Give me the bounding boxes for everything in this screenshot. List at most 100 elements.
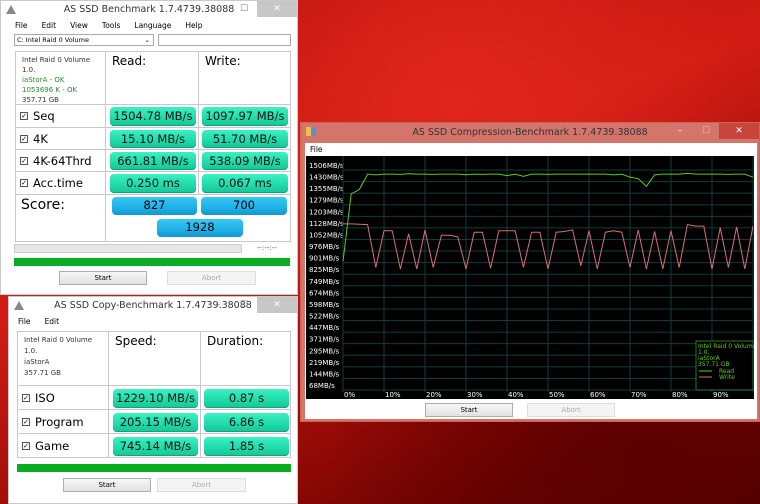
drive-input[interactable] xyxy=(158,34,291,46)
x-tick-label: 80% xyxy=(672,391,688,399)
drive-select[interactable]: C: Intel Raid 0 Volume ⌄ xyxy=(14,34,154,46)
y-tick-label: 144MB/s xyxy=(309,370,340,378)
x-tick-label: 70% xyxy=(631,391,647,399)
maximize-button[interactable]: ☐ xyxy=(231,1,257,17)
menu-help[interactable]: Help xyxy=(185,19,202,33)
row-label: Game xyxy=(35,439,70,453)
progress-bar xyxy=(14,244,242,253)
checkbox-program[interactable]: ✓ xyxy=(22,417,30,426)
y-tick-label: 825MB/s xyxy=(309,266,340,274)
drive-driver: iaStorA - OK xyxy=(22,76,65,84)
row-acc-time[interactable]: ✓ Acc.time xyxy=(16,172,106,195)
drive-alignment: 1053696 K - OK xyxy=(22,86,78,94)
y-tick-label: 1128MB/s xyxy=(309,220,344,228)
menu-file[interactable]: File xyxy=(310,143,323,157)
title-bar: AS SSD Benchmark 1.7.4739.38088 – ☐ ✕ xyxy=(1,1,297,19)
drive-driver: iaStorA xyxy=(24,358,50,366)
drive-info: Intel Raid 0 Volume 1.0. iaStorA 357.71 … xyxy=(18,332,109,386)
title-bar: AS SSD Compression-Benchmark 1.7.4739.38… xyxy=(301,123,759,143)
drive-name: Intel Raid 0 Volume xyxy=(22,56,91,64)
row-iso[interactable]: ✓ ISO xyxy=(18,386,109,410)
start-button[interactable]: Start xyxy=(59,271,147,285)
app-icon xyxy=(6,5,16,14)
drive-name: Intel Raid 0 Volume xyxy=(24,336,93,344)
menu-edit[interactable]: Edit xyxy=(45,315,60,329)
row-label: 4K-64Thrd xyxy=(33,153,92,168)
program-duration-value: 6.86 s xyxy=(204,413,289,432)
menu-language[interactable]: Language xyxy=(134,19,171,33)
x-tick-label: 10% xyxy=(385,391,401,399)
program-speed-value: 205.15 MB/s xyxy=(113,413,198,432)
y-tick-label: 1052MB/s xyxy=(309,231,344,239)
menu-tools[interactable]: Tools xyxy=(102,19,120,33)
game-speed-value: 745.14 MB/s xyxy=(113,437,198,456)
y-tick-label: 447MB/s xyxy=(309,324,340,332)
app-icon xyxy=(306,127,316,136)
maximize-button[interactable]: ☐ xyxy=(693,123,719,139)
close-button[interactable]: ✕ xyxy=(257,297,297,313)
speed-header: Speed: xyxy=(109,332,201,386)
checkbox-game[interactable]: ✓ xyxy=(22,442,30,450)
row-label: Acc.time xyxy=(33,176,83,190)
menu-bar: File xyxy=(305,143,757,157)
acc-read-value: 0.250 ms xyxy=(110,174,196,193)
close-button[interactable]: ✕ xyxy=(257,1,297,17)
checkbox-acc-time[interactable]: ✓ xyxy=(20,179,28,187)
checkbox-4k[interactable]: ✓ xyxy=(20,134,28,143)
row-label: 4K xyxy=(33,131,48,146)
write-header: Write: xyxy=(199,52,291,105)
elapsed-time: --:--:-- xyxy=(257,244,277,252)
menu-file[interactable]: File xyxy=(18,315,31,329)
start-button[interactable]: Start xyxy=(63,478,151,492)
y-tick-label: 1506MB/s xyxy=(309,162,344,170)
row-4k[interactable]: ✓ 4K xyxy=(16,128,106,150)
drive-info: Intel Raid 0 Volume 1.0. iaStorA - OK 10… xyxy=(16,52,106,105)
menu-file[interactable]: File xyxy=(15,19,28,33)
4k-read-value: 15.10 MB/s xyxy=(110,130,196,148)
x-tick-label: 90% xyxy=(713,391,729,399)
checkbox-iso[interactable]: ✓ xyxy=(22,393,30,402)
abort-button[interactable]: Abort xyxy=(167,271,256,285)
start-button[interactable]: Start xyxy=(425,403,513,417)
copy-benchmark-window: AS SSD Copy-Benchmark 1.7.4739.38088 – ☐ ✕… xyxy=(8,296,298,504)
row-game[interactable]: ✓ Game xyxy=(18,434,109,458)
row-seq[interactable]: ✓ Seq xyxy=(16,105,106,128)
row-program[interactable]: ✓ Program xyxy=(18,410,109,434)
x-tick-label: 30% xyxy=(467,391,483,399)
menu-edit[interactable]: Edit xyxy=(42,19,57,33)
abort-button[interactable]: Abort xyxy=(157,478,246,492)
results-grid: Intel Raid 0 Volume 1.0. iaStorA - OK 10… xyxy=(15,51,291,242)
legend-info: 357.71 GB xyxy=(698,361,730,368)
window-title: AS SSD Compression-Benchmark 1.7.4739.38… xyxy=(412,127,648,138)
drive-size: 357.71 GB xyxy=(24,369,61,377)
copy-progress-bar xyxy=(17,464,291,472)
y-tick-label: 598MB/s xyxy=(309,301,340,309)
checkbox-seq[interactable]: ✓ xyxy=(20,112,28,120)
compression-benchmark-window: AS SSD Compression-Benchmark 1.7.4739.38… xyxy=(300,122,760,422)
row-label: ISO xyxy=(35,390,55,405)
maximize-button[interactable]: ☐ xyxy=(231,297,257,313)
minimize-button[interactable]: – xyxy=(205,297,231,313)
minimize-button[interactable]: – xyxy=(667,123,693,139)
game-duration-value: 1.85 s xyxy=(204,437,289,456)
iso-duration-value: 0.87 s xyxy=(204,389,289,408)
app-icon xyxy=(14,301,24,310)
y-tick-label: 901MB/s xyxy=(309,255,340,263)
seq-write-value: 1097.97 MB/s xyxy=(202,107,288,126)
row-4k-64thrd[interactable]: ✓ 4K-64Thrd xyxy=(16,150,106,172)
y-tick-label: 674MB/s xyxy=(309,289,340,297)
menu-view[interactable]: View xyxy=(70,19,88,33)
checkbox-4k-64thrd[interactable]: ✓ xyxy=(20,156,28,165)
menu-bar: File Edit xyxy=(9,315,297,329)
row-label: Program xyxy=(35,414,84,429)
close-button[interactable]: ✕ xyxy=(719,123,759,139)
score-write: 700 xyxy=(201,197,287,215)
main-window: AS SSD Benchmark 1.7.4739.38088 – ☐ ✕ File… xyxy=(0,0,298,295)
abort-button[interactable]: Abort xyxy=(527,403,615,417)
drive-size: 357.71 GB xyxy=(22,96,59,104)
client-area: File 1506MB/s 1430MB/s 1355MB/s 1279MB/s 120… xyxy=(305,143,757,419)
y-tick-label: 976MB/s xyxy=(309,243,340,251)
minimize-button[interactable]: – xyxy=(205,1,231,17)
y-tick-label: 219MB/s xyxy=(309,359,340,367)
seq-read-value: 1504.78 MB/s xyxy=(110,107,196,126)
